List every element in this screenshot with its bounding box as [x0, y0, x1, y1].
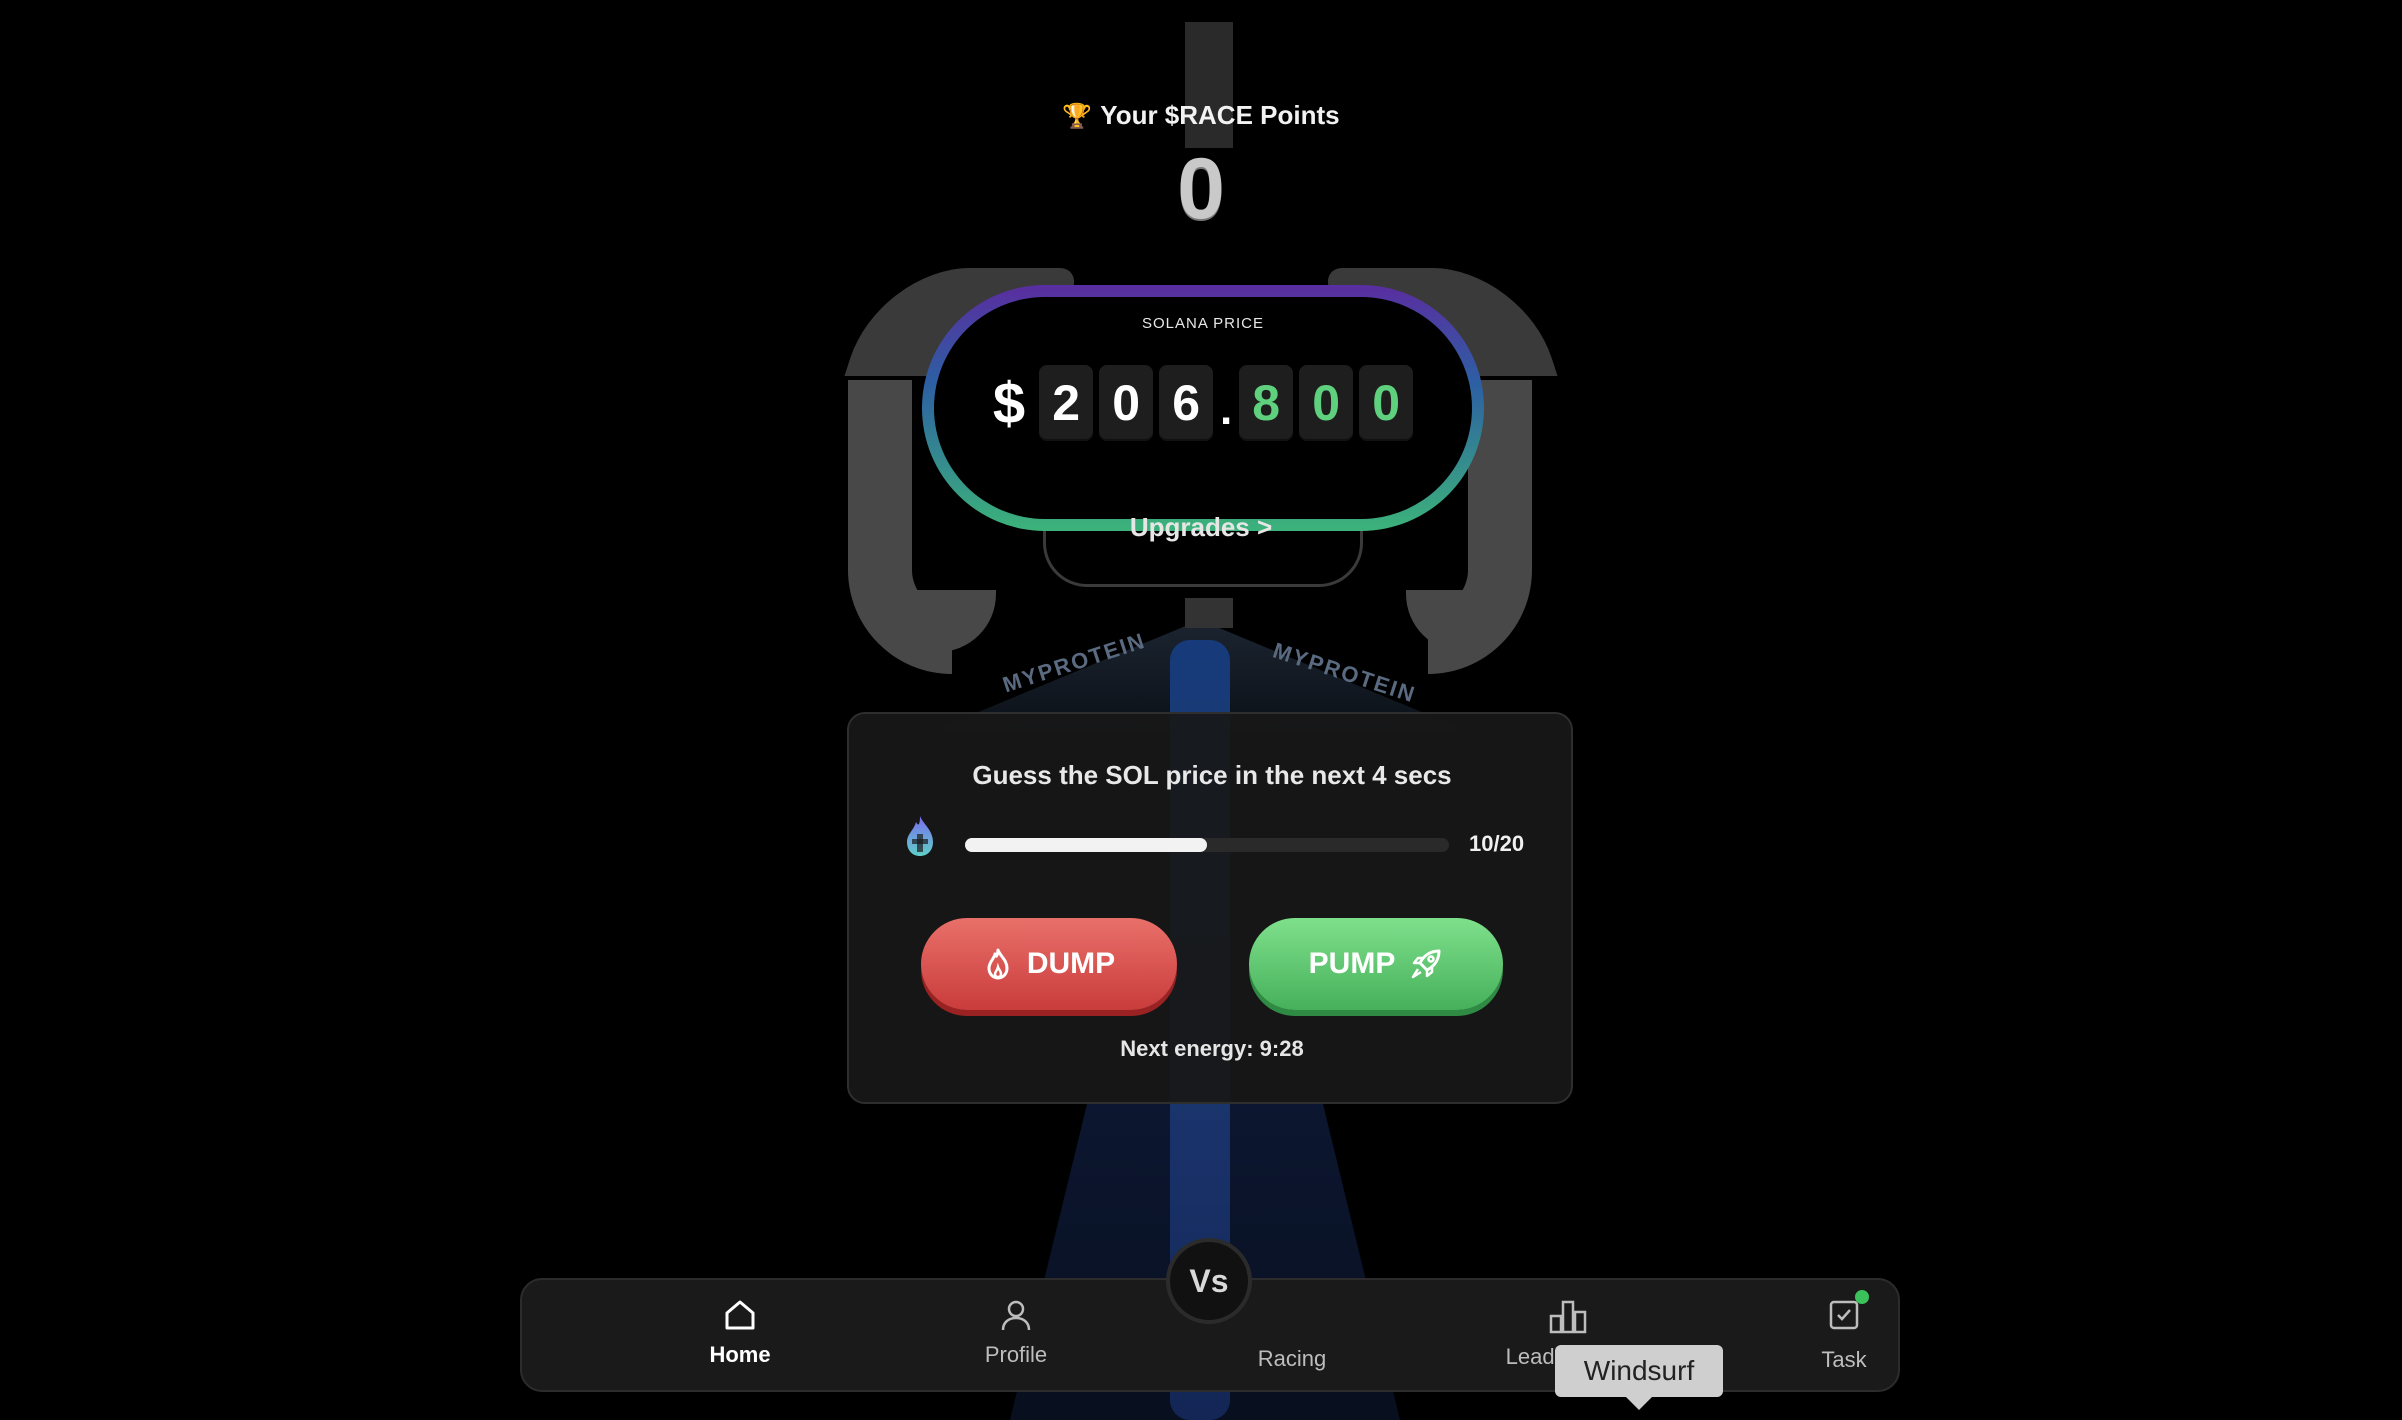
dump-label: DUMP	[1026, 947, 1116, 980]
flame-outline-icon	[987, 948, 1009, 980]
card-title: Guess the SOL price in the next 4 secs	[972, 760, 1452, 790]
pump-button[interactable]: PUMP	[1249, 918, 1503, 1010]
energy-progress-fill	[965, 838, 1207, 852]
price-label: SOLANA PRICE	[1141, 315, 1265, 332]
price-digit: 0	[1099, 365, 1154, 441]
price-display: SOLANA PRICE $ 2 0 6 . 8 0 0	[922, 285, 1484, 531]
price-digit: 2	[1039, 365, 1094, 441]
bar-chart-icon	[1549, 1300, 1587, 1334]
user-icon	[1001, 1300, 1031, 1331]
points-title: 🏆 Your $RACE Points	[0, 100, 2402, 131]
trophy-icon: 🏆	[1062, 103, 1093, 130]
nav-item-home[interactable]: Home	[640, 1298, 840, 1368]
nav-label-profile: Profile	[984, 1342, 1048, 1367]
price-digit-fraction: 0	[1359, 365, 1414, 441]
next-energy-timer: Next energy: 9:28	[1120, 1036, 1304, 1061]
vs-button[interactable]: Vs	[1166, 1238, 1252, 1324]
price-digit-fraction: 0	[1299, 365, 1354, 441]
task-icon-wrap	[1827, 1290, 1869, 1337]
energy-count: 10/20	[1469, 831, 1525, 856]
price-digit: 6	[1159, 365, 1214, 441]
currency-symbol: $	[992, 370, 1026, 436]
dump-button[interactable]: DUMP	[921, 918, 1177, 1010]
nav-label-racing: Racing	[1257, 1346, 1327, 1371]
home-icon	[725, 1300, 755, 1330]
decimal-point: .	[1220, 385, 1233, 434]
price-digits: $ 2 0 6 . 8 0 0	[934, 365, 1472, 441]
nav-label-task: Task	[1821, 1347, 1867, 1372]
nav-item-racing[interactable]: Racing	[1192, 1346, 1392, 1372]
nav-item-task[interactable]: Task	[1744, 1290, 1944, 1373]
notification-dot	[1855, 1290, 1869, 1304]
steering-hub	[1185, 598, 1233, 628]
flame-icon	[907, 816, 933, 856]
tooltip: Windsurf	[1555, 1345, 1723, 1397]
nav-label-home: Home	[709, 1342, 771, 1367]
energy-progress-bar	[965, 838, 1449, 852]
upgrades-link[interactable]: Upgrades >	[0, 512, 2402, 543]
wheel-grip-end-right	[1406, 590, 1522, 652]
points-value: 0	[1177, 141, 1225, 237]
points-title-text: Your $RACE Points	[1100, 100, 1340, 130]
rocket-icon	[1412, 949, 1441, 979]
tooltip-arrow	[1625, 1396, 1653, 1410]
checkbox-icon	[1829, 1300, 1859, 1330]
pump-label: PUMP	[1308, 947, 1396, 980]
nav-item-profile[interactable]: Profile	[916, 1298, 1116, 1368]
price-digit-fraction: 8	[1239, 365, 1294, 441]
prediction-card: Guess the SOL price in the next 4 secs 1…	[847, 712, 1573, 1104]
